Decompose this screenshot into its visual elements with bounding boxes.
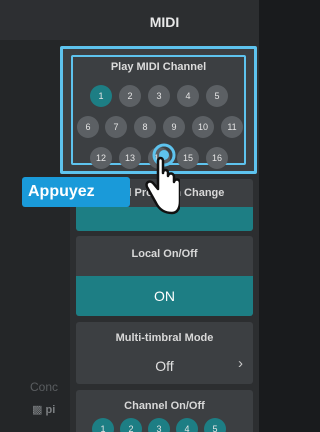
local-onoff-label: Local On/Off xyxy=(131,248,198,260)
channel-button-8[interactable]: 8 xyxy=(134,116,156,138)
channel-button-4[interactable]: 4 xyxy=(177,85,199,107)
channel-button-5[interactable]: 5 xyxy=(206,85,228,107)
channel-button-15[interactable]: 15 xyxy=(177,147,199,169)
piano-icon: ▩ xyxy=(32,404,43,416)
channel-button-6[interactable]: 6 xyxy=(77,116,99,138)
channel-button-12[interactable]: 12 xyxy=(90,147,112,169)
channel-button-10[interactable]: 10 xyxy=(192,116,214,138)
multi-timbral-label: Multi-timbral Mode xyxy=(115,332,214,344)
channel-onoff-label: Channel On/Off xyxy=(124,400,205,412)
channel-button-1[interactable]: 1 xyxy=(90,85,112,107)
channel-onoff-row: 1 2 3 4 5 xyxy=(92,418,242,432)
channel-onoff-3[interactable]: 3 xyxy=(148,418,170,432)
channel-button-7[interactable]: 7 xyxy=(105,116,127,138)
local-onoff-card: Local On/Off ON xyxy=(76,236,253,316)
channel-button-3[interactable]: 3 xyxy=(148,85,170,107)
chevron-right-icon: › xyxy=(238,355,243,372)
channel-button-16[interactable]: 16 xyxy=(206,147,228,169)
tap-hand-icon xyxy=(145,143,180,215)
channel-onoff-5[interactable]: 5 xyxy=(204,418,226,432)
multi-timbral-card[interactable]: Multi-timbral Mode Off › xyxy=(76,322,253,384)
channel-onoff-1[interactable]: 1 xyxy=(92,418,114,432)
local-onoff-value[interactable]: ON xyxy=(76,276,253,316)
channel-onoff-4[interactable]: 4 xyxy=(176,418,198,432)
background-concert-text: Conc xyxy=(30,380,59,394)
panel-title: MIDI xyxy=(149,14,180,30)
multi-timbral-value: Off xyxy=(155,358,174,374)
channel-button-9[interactable]: 9 xyxy=(163,116,185,138)
channel-onoff-2[interactable]: 2 xyxy=(120,418,142,432)
background-header xyxy=(0,0,70,40)
channel-button-11[interactable]: 11 xyxy=(221,116,243,138)
channel-onoff-card: Channel On/Off 1 2 3 4 5 xyxy=(76,390,253,432)
tap-instruction-badge: Appuyez xyxy=(22,177,130,207)
background-piano-text: ▩ pi xyxy=(32,404,56,416)
channel-button-2[interactable]: 2 xyxy=(119,85,141,107)
